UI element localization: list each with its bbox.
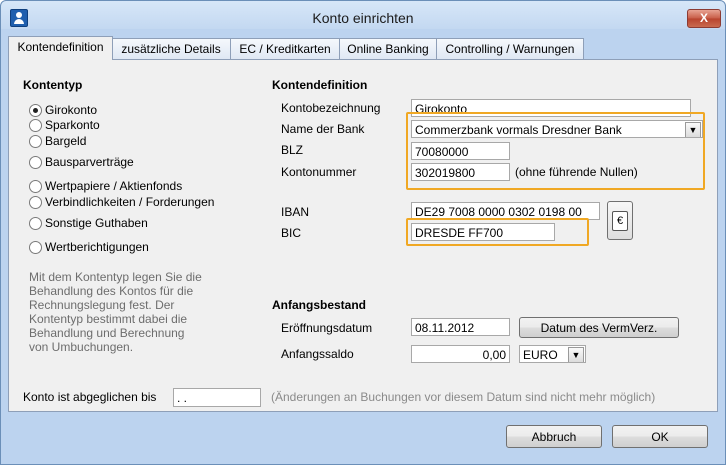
radio-wertberichtigungen[interactable]	[29, 241, 42, 254]
iban-label: IBAN	[281, 205, 310, 219]
abgeglichen-label: Konto ist abgeglichen bis	[23, 390, 157, 404]
radio-label-verbindlichkeiten[interactable]: Verbindlichkeiten / Forderungen	[45, 195, 214, 209]
radio-label-wertberichtigungen[interactable]: Wertberichtigungen	[45, 240, 149, 254]
anfangssaldo-label: Anfangssaldo	[281, 347, 354, 361]
radio-verbindlichkeiten[interactable]	[29, 196, 42, 209]
tab-zusaetzliche-details[interactable]: zusätzliche Details	[111, 38, 231, 59]
radio-label-sparkonto[interactable]: Sparkonto	[45, 118, 100, 132]
dialog-window: Konto einrichten X Kontendefinition zusä…	[0, 0, 726, 465]
kontendefinition-heading: Kontendefinition	[272, 78, 368, 92]
kontonummer-label: Kontonummer	[281, 165, 357, 179]
highlight-bank-details	[406, 112, 705, 190]
kontentyp-heading: Kontentyp	[23, 78, 83, 92]
currency-select-value: EURO	[523, 348, 558, 362]
tab-kontendefinition[interactable]: Kontendefinition	[8, 36, 113, 60]
help-line: Behandlung und Berechnung	[29, 326, 185, 340]
ok-button[interactable]: OK	[612, 425, 708, 448]
ok-button-label: OK	[651, 430, 669, 444]
blz-label: BLZ	[281, 143, 304, 157]
radio-sparkonto[interactable]	[29, 119, 42, 132]
radio-bausparvertraege[interactable]	[29, 156, 42, 169]
help-line: Kontentyp bestimmt dabei die	[29, 312, 188, 326]
radio-label-bargeld[interactable]: Bargeld	[45, 134, 86, 148]
eroeffnungsdatum-label: Eröffnungsdatum	[281, 321, 373, 335]
bic-label: BIC	[281, 226, 302, 240]
euro-icon: €	[612, 211, 628, 231]
abgeglichen-date-input[interactable]: . .	[173, 388, 261, 407]
radio-sonstige-guthaben[interactable]	[29, 217, 42, 230]
highlight-bic	[406, 218, 589, 246]
radio-label-sonstige-guthaben[interactable]: Sonstige Guthaben	[45, 216, 148, 230]
tab-controlling-warnungen[interactable]: Controlling / Warnungen	[436, 38, 584, 59]
cancel-button-label: Abbruch	[531, 430, 577, 444]
help-line: Behandlung des Kontos für die	[29, 284, 194, 298]
chevron-down-icon[interactable]: ▼	[568, 347, 584, 362]
tab-online-banking[interactable]: Online Banking	[339, 38, 437, 59]
radio-bargeld[interactable]	[29, 135, 42, 148]
radio-wertpapiere[interactable]	[29, 180, 42, 193]
help-line: Mit dem Kontentyp legen Sie die	[29, 270, 202, 284]
datum-vermverz-button[interactable]: Datum des VermVerz.	[519, 317, 679, 338]
abgeglichen-hint: (Änderungen an Buchungen vor diesem Datu…	[271, 390, 656, 404]
help-line: von Umbuchungen.	[29, 340, 134, 354]
tab-panel: Kontentyp Girokonto Sparkonto Bargeld Ba…	[8, 59, 718, 412]
tab-ec-kreditkarten[interactable]: EC / Kreditkarten	[230, 38, 340, 59]
title-bar[interactable]: Konto einrichten X	[1, 1, 725, 31]
radio-girokonto[interactable]	[29, 104, 42, 117]
currency-select[interactable]: EURO ▼	[519, 345, 586, 363]
window-title: Konto einrichten	[312, 10, 414, 26]
radio-label-bausparvertraege[interactable]: Bausparverträge	[45, 155, 134, 169]
radio-label-wertpapiere[interactable]: Wertpapiere / Aktienfonds	[45, 179, 182, 193]
iban-euro-button[interactable]: €	[607, 201, 633, 240]
kontobezeichnung-label: Kontobezeichnung	[281, 101, 381, 115]
radio-label-girokonto[interactable]: Girokonto	[45, 103, 97, 117]
anfangssaldo-input[interactable]: 0,00	[411, 345, 510, 363]
cancel-button[interactable]: Abbruch	[506, 425, 602, 448]
kontentyp-help-text: Mit dem Kontentyp legen Sie die Behandlu…	[29, 270, 244, 354]
eroeffnungsdatum-input[interactable]: 08.11.2012	[411, 318, 510, 336]
anfangsbestand-heading: Anfangsbestand	[272, 298, 367, 312]
bank-label: Name der Bank	[281, 122, 365, 136]
close-button[interactable]: X	[687, 9, 721, 28]
help-line: Rechnungslegung fest. Der	[29, 298, 175, 312]
